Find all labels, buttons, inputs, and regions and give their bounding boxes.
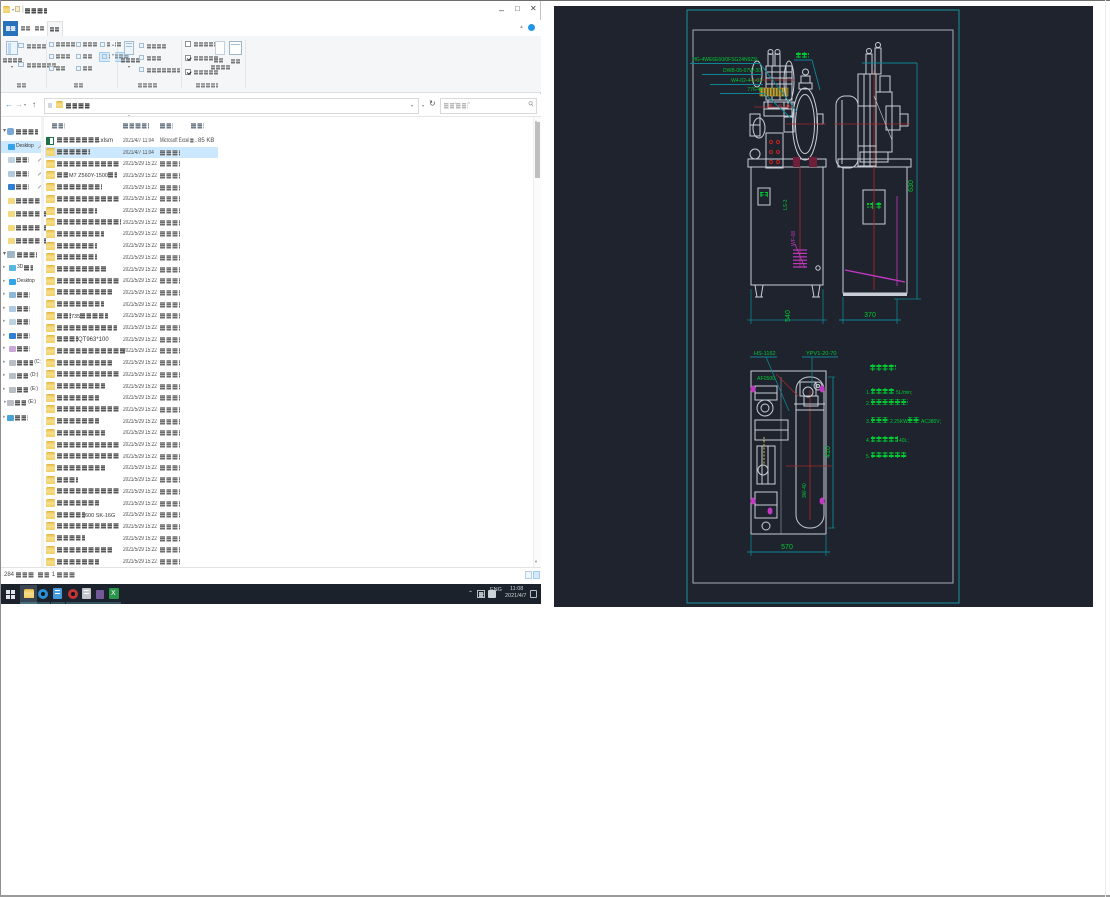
svg-text:2.25KW: 2.25KW <box>890 419 908 425</box>
svg-text:410: 410 <box>825 446 832 458</box>
svg-text:AF0500: AF0500 <box>757 376 775 382</box>
svg-text:HS-1162: HS-1162 <box>754 351 776 357</box>
svg-text:3.: 3. <box>866 419 870 425</box>
svg-text:5.: 5. <box>866 454 870 460</box>
svg-text:W4-02-4-1-01: W4-02-4-1-01 <box>731 78 762 84</box>
svg-text:370: 370 <box>864 312 876 319</box>
svg-text:LS-3: LS-3 <box>783 199 789 210</box>
svg-text:630: 630 <box>908 180 915 192</box>
svg-text:40L;: 40L; <box>899 438 909 444</box>
svg-text:540: 540 <box>785 310 792 322</box>
svg-text:AC380V;: AC380V; <box>921 419 941 425</box>
svg-text:YPV1-20-70: YPV1-20-70 <box>806 351 836 357</box>
svg-text:1.: 1. <box>866 390 870 396</box>
svg-text:3W-40: 3W-40 <box>802 483 808 498</box>
svg-text:2.: 2. <box>866 401 870 407</box>
svg-text:776-45: 776-45 <box>747 87 763 93</box>
svg-text:HG-4WE6E60/0FSG24N9Z5L: HG-4WE6E60/0FSG24N9Z5L <box>692 57 759 63</box>
svg-text:570: 570 <box>781 544 793 551</box>
svg-text:WF-08: WF-08 <box>791 231 797 246</box>
svg-text:DWB-05-07W-30: DWB-05-07W-30 <box>723 68 761 74</box>
svg-text:5L/min;: 5L/min; <box>896 390 912 396</box>
svg-text:4.: 4. <box>866 438 870 444</box>
